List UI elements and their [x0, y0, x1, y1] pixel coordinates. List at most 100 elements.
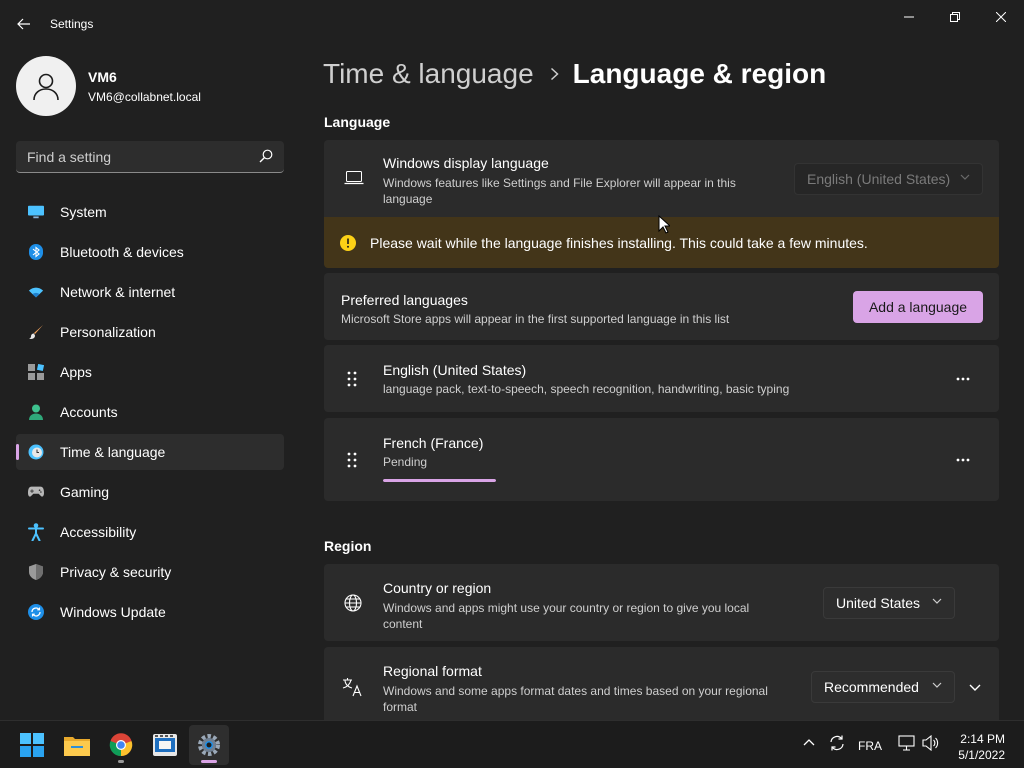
shield-icon — [28, 564, 44, 580]
sidebar-item-label: Time & language — [60, 444, 166, 460]
close-button[interactable] — [978, 4, 1024, 30]
chevron-down-icon — [960, 174, 970, 180]
sidebar-item-label: Bluetooth & devices — [60, 244, 184, 260]
accessibility-icon — [28, 523, 44, 541]
regional-format-value: Recommended — [824, 679, 919, 695]
install-progress-bar — [383, 479, 496, 482]
sidebar-item-system[interactable]: System — [16, 194, 284, 230]
taskbar-file-explorer[interactable] — [57, 725, 97, 765]
taskbar-settings[interactable] — [189, 725, 229, 765]
display-language-value: English (United States) — [807, 171, 951, 187]
minimize-icon — [904, 16, 914, 18]
sidebar-item-bluetooth[interactable]: Bluetooth & devices — [16, 234, 284, 270]
display-language-dropdown[interactable]: English (United States) — [794, 163, 983, 195]
avatar[interactable] — [16, 56, 76, 116]
restore-button[interactable] — [932, 4, 978, 30]
minimize-button[interactable] — [886, 4, 932, 30]
file-explorer-icon — [64, 737, 90, 756]
laptop-icon — [344, 171, 364, 190]
warning-message: Please wait while the language finishes … — [370, 234, 868, 251]
display-language-title: Windows display language — [383, 155, 549, 171]
breadcrumb-parent-link[interactable]: Time & language — [323, 58, 534, 90]
search-box[interactable] — [16, 141, 284, 173]
taskbar: FRA 2:14 PM 5/1/2022 — [0, 720, 1024, 768]
sidebar-item-label: Accounts — [60, 404, 118, 420]
regional-format-dropdown[interactable]: Recommended — [811, 671, 955, 703]
more-options-button[interactable] — [947, 444, 979, 476]
sidebar-item-windows-update[interactable]: Windows Update — [16, 594, 284, 630]
clock-date: 5/1/2022 — [958, 748, 1005, 762]
language-name: French (France) — [383, 435, 484, 451]
sidebar-item-apps[interactable]: Apps — [16, 354, 284, 390]
sidebar-item-label: Apps — [60, 364, 92, 380]
input-language-indicator[interactable]: FRA — [858, 739, 882, 753]
back-button[interactable] — [10, 12, 38, 36]
preferred-languages-description: Microsoft Store apps will appear in the … — [341, 312, 730, 326]
back-arrow-icon — [17, 18, 30, 30]
search-icon[interactable] — [259, 149, 273, 168]
language-name: English (United States) — [383, 362, 527, 378]
language-features: language pack, text-to-speech, speech re… — [383, 382, 790, 396]
chevron-right-icon — [550, 67, 559, 81]
sync-icon — [830, 735, 844, 751]
country-region-card: Country or region Windows and apps might… — [324, 564, 999, 641]
sidebar-item-personalization[interactable]: Personalization — [16, 314, 284, 350]
sidebar-item-label: Accessibility — [60, 524, 137, 540]
sidebar-item-gaming[interactable]: Gaming — [16, 474, 284, 510]
start-button[interactable] — [12, 725, 52, 765]
show-hidden-icons-button[interactable] — [803, 738, 815, 746]
region-section-title: Region — [324, 538, 372, 554]
language-row-french[interactable]: French (France) Pending — [324, 418, 999, 501]
sidebar-nav: System Bluetooth & devices Network & int… — [16, 194, 284, 634]
country-region-dropdown[interactable]: United States — [823, 587, 955, 619]
drag-handle-icon[interactable] — [344, 450, 360, 470]
restore-icon — [950, 12, 960, 22]
taskbar-media-app[interactable] — [145, 725, 185, 765]
clock[interactable]: 2:14 PM 5/1/2022 — [958, 731, 1005, 763]
title-bar: Settings — [0, 0, 1024, 48]
sidebar-item-label: System — [60, 204, 107, 220]
tray-network-button[interactable] — [898, 735, 916, 751]
network-icon — [898, 735, 915, 751]
sidebar-item-time-language[interactable]: Time & language — [16, 434, 284, 470]
active-indicator — [201, 760, 217, 763]
wifi-icon — [28, 284, 44, 300]
more-options-button[interactable] — [947, 363, 979, 395]
accounts-icon — [28, 404, 44, 420]
preferred-languages-title: Preferred languages — [341, 292, 468, 308]
globe-icon — [344, 594, 362, 617]
regional-format-title: Regional format — [383, 663, 482, 679]
user-profile[interactable]: VM6 VM6@collabnet.local — [16, 56, 201, 116]
taskbar-chrome[interactable] — [101, 725, 141, 765]
search-input[interactable] — [16, 148, 246, 165]
more-icon — [956, 458, 970, 462]
running-indicator — [118, 760, 124, 763]
sidebar-item-label: Network & internet — [60, 284, 176, 300]
drag-handle-icon[interactable] — [344, 369, 360, 389]
regional-format-card[interactable]: Regional format Windows and some apps fo… — [324, 647, 999, 720]
mouse-cursor-icon — [658, 215, 670, 234]
tray-sync-button[interactable] — [828, 734, 846, 752]
country-region-title: Country or region — [383, 580, 492, 596]
warning-icon — [340, 234, 356, 251]
more-icon — [956, 377, 970, 381]
preferred-languages-card: Preferred languages Microsoft Store apps… — [324, 273, 999, 340]
tray-volume-button[interactable] — [922, 735, 940, 751]
chrome-icon — [109, 733, 133, 757]
sidebar-item-accounts[interactable]: Accounts — [16, 394, 284, 430]
page-title: Language & region — [572, 58, 827, 89]
update-icon — [28, 604, 44, 620]
display-language-card: Windows display language Windows feature… — [324, 140, 999, 217]
chevron-up-icon — [803, 739, 815, 746]
sidebar-item-label: Gaming — [60, 484, 110, 500]
display-language-description: Windows features like Settings and File … — [383, 176, 736, 206]
settings-icon — [198, 734, 220, 756]
sidebar-item-privacy[interactable]: Privacy & security — [16, 554, 284, 590]
person-icon — [33, 73, 59, 101]
sidebar-item-accessibility[interactable]: Accessibility — [16, 514, 284, 550]
language-row-english[interactable]: English (United States) language pack, t… — [324, 345, 999, 412]
sidebar-item-label: Privacy & security — [60, 564, 172, 580]
expand-button[interactable] — [959, 671, 991, 703]
add-language-button[interactable]: Add a language — [853, 291, 983, 323]
sidebar-item-network[interactable]: Network & internet — [16, 274, 284, 310]
